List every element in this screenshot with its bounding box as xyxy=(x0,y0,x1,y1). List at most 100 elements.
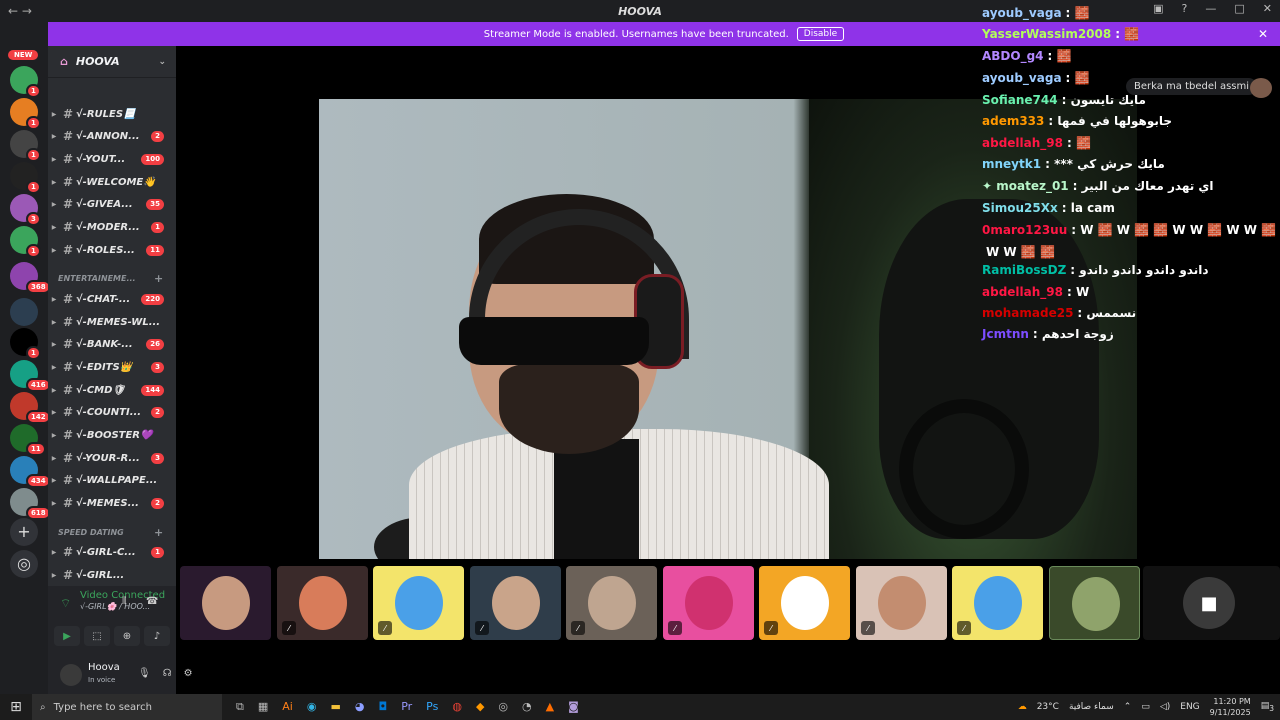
notification-icon[interactable]: ▤3 xyxy=(1261,701,1274,713)
server-header[interactable]: ⌂ HOOVA ⌄ xyxy=(48,46,176,78)
collapse-arrow-icon[interactable]: ▶ xyxy=(48,156,60,163)
avatar[interactable] xyxy=(1250,78,1272,98)
channel-item[interactable]: ▶ # √-BANK-... 26 xyxy=(48,334,176,354)
gear-icon[interactable]: ⚙ xyxy=(184,668,205,679)
collapse-arrow-icon[interactable]: ▶ xyxy=(48,409,60,416)
explorer-icon[interactable]: ▬ xyxy=(330,700,340,714)
collapse-arrow-icon[interactable]: ▶ xyxy=(48,432,60,439)
clock[interactable]: 11:20 PM 9/11/2025 xyxy=(1210,696,1251,718)
channel-item[interactable]: ▶ # √-MODER... 1 xyxy=(48,217,176,237)
user-panel[interactable]: Hoova In voice 🎙☊⚙ xyxy=(54,658,193,688)
collapse-arrow-icon[interactable]: ▶ xyxy=(48,364,60,371)
participant-tile[interactable]: ⁄ xyxy=(856,566,947,640)
nav-arrows[interactable]: ← → xyxy=(8,4,48,18)
disconnect-icon[interactable]: ☎ xyxy=(146,596,158,607)
collapse-arrow-icon[interactable]: ▶ xyxy=(48,111,60,118)
mic-icon[interactable]: 🎙 xyxy=(138,668,163,679)
outlook-icon[interactable]: ◘ xyxy=(378,700,387,714)
participant-tile[interactable]: ⁄ xyxy=(470,566,561,640)
store-icon[interactable]: ▦ xyxy=(258,700,268,714)
add-channel-icon[interactable]: + xyxy=(154,272,163,285)
activity-button[interactable]: ⊕ xyxy=(114,626,140,646)
disable-button[interactable]: Disable xyxy=(796,27,845,41)
channel-item[interactable]: ▶ # √-CHAT-... 220 xyxy=(48,289,176,309)
app-icon[interactable]: ▲ xyxy=(546,700,554,714)
participant-tile[interactable]: ⁄ xyxy=(277,566,368,640)
participant-tile[interactable]: ⁄ xyxy=(663,566,754,640)
weather-temp[interactable]: 23°C xyxy=(1037,702,1059,712)
channel-item[interactable]: ▶ # √-YOUT... 100 xyxy=(48,149,176,169)
participant-tile[interactable] xyxy=(180,566,271,640)
channel-item[interactable]: ▶ # √-GIRL... xyxy=(48,565,176,585)
photoshop-icon[interactable]: Ps xyxy=(426,700,438,714)
obs-icon[interactable]: ◎ xyxy=(498,700,508,714)
collapse-arrow-icon[interactable]: ▶ xyxy=(48,201,60,208)
channel-item[interactable]: ▶ # √-GIVEA... 35 xyxy=(48,194,176,214)
steam-icon[interactable]: ◔ xyxy=(522,700,532,714)
collapse-arrow-icon[interactable]: ▶ xyxy=(48,247,60,254)
chevron-up-icon[interactable]: ⌃ xyxy=(1124,702,1132,712)
close-button[interactable]: ✕ xyxy=(1263,2,1272,15)
channel-item[interactable]: ▶ # √-CMD🛡 144 xyxy=(48,380,176,400)
add-channel-icon[interactable]: + xyxy=(154,526,163,539)
participant-tile[interactable]: ⁄ xyxy=(373,566,464,640)
back-arrow-icon[interactable]: ← xyxy=(8,4,18,18)
avatar[interactable] xyxy=(60,664,82,686)
maximize-button[interactable]: □ xyxy=(1234,2,1244,15)
collapse-arrow-icon[interactable]: ▶ xyxy=(48,477,60,484)
chrome-icon[interactable]: ◍ xyxy=(452,700,462,714)
participant-tile[interactable] xyxy=(1049,566,1140,640)
edge-icon[interactable]: ◉ xyxy=(307,700,317,714)
participant-tile[interactable]: ⁄ xyxy=(952,566,1043,640)
camera-button[interactable]: ▶ xyxy=(54,626,80,646)
collapse-arrow-icon[interactable]: ▶ xyxy=(48,387,60,394)
soundboard-button[interactable]: ♪ xyxy=(144,626,170,646)
illustrator-icon[interactable]: Ai xyxy=(282,700,293,714)
participant-tile[interactable]: ⁄ xyxy=(566,566,657,640)
channel-item[interactable]: ▶ # √-ANNON... 2 xyxy=(48,126,176,146)
minimize-button[interactable]: — xyxy=(1205,2,1216,15)
channel-item[interactable]: ▶ # √-WALLPAPE... xyxy=(48,470,176,490)
discord-icon[interactable]: ◕ xyxy=(355,700,365,714)
participant-tile[interactable]: ⁄ xyxy=(759,566,850,640)
channel-item[interactable]: ▶ # √-COUNTI... 2 xyxy=(48,402,176,422)
channel-item[interactable]: ▶ # √-WELCOME👋 xyxy=(48,172,176,192)
camera-icon[interactable]: ■ xyxy=(1183,577,1235,629)
voice-channel[interactable]: √-GIRL🌸 / HOO... xyxy=(80,602,150,611)
collapse-arrow-icon[interactable]: ▶ xyxy=(48,549,60,556)
collapse-arrow-icon[interactable]: ▶ xyxy=(48,341,60,348)
channel-item[interactable]: ▶ # √-MEMES... 2 xyxy=(48,493,176,513)
channel-item[interactable]: ▶ # √-EDITS👑 3 xyxy=(48,357,176,377)
collapse-arrow-icon[interactable]: ▶ xyxy=(48,319,60,326)
forward-arrow-icon[interactable]: → xyxy=(22,4,32,18)
headset-icon[interactable]: ☊ xyxy=(163,668,184,679)
app-icon[interactable]: ◆ xyxy=(476,700,484,714)
channel-item[interactable]: ▶ # √-BOOSTER💜 xyxy=(48,425,176,445)
chevron-down-icon[interactable]: ⌄ xyxy=(158,57,166,67)
collapse-arrow-icon[interactable]: ▶ xyxy=(48,500,60,507)
collapse-arrow-icon[interactable]: ▶ xyxy=(48,455,60,462)
channel-item[interactable]: ▶ # √-MEMES-WL... xyxy=(48,312,176,332)
volume-icon[interactable]: ◁) xyxy=(1160,702,1170,712)
channel-item[interactable]: ▶ # √-GIRL-C... 1 xyxy=(48,542,176,562)
app-icon[interactable]: ◙ xyxy=(568,700,579,714)
category-entertainment[interactable]: ENTERTAINEME... + xyxy=(58,272,163,285)
taskbar-search[interactable]: ⌕ Type here to search xyxy=(32,694,222,720)
channel-item[interactable]: ▶ # √-ROLES... 11 xyxy=(48,240,176,260)
add-server-icon[interactable]: + xyxy=(10,518,38,546)
noise-icon[interactable]: ⦀ xyxy=(122,596,126,607)
collapse-arrow-icon[interactable]: ▶ xyxy=(48,133,60,140)
help-icon[interactable]: ? xyxy=(1182,2,1188,15)
banner-close-icon[interactable]: ✕ xyxy=(1258,27,1268,41)
category-speed-dating[interactable]: SPEED DATING + xyxy=(58,526,163,539)
inbox-icon[interactable]: ▣ xyxy=(1153,2,1163,15)
premiere-icon[interactable]: Pr xyxy=(401,700,412,714)
collapse-arrow-icon[interactable]: ▶ xyxy=(48,224,60,231)
collapse-arrow-icon[interactable]: ▶ xyxy=(48,179,60,186)
screen-share-button[interactable]: ⬚ xyxy=(84,626,110,646)
channel-item[interactable]: ▶ # √-RULES📃 xyxy=(48,104,176,124)
discover-icon[interactable]: ◎ xyxy=(10,550,38,578)
collapse-arrow-icon[interactable]: ▶ xyxy=(48,572,60,579)
server-icon[interactable] xyxy=(10,298,38,326)
windows-start-icon[interactable]: ⊞ xyxy=(0,699,32,715)
